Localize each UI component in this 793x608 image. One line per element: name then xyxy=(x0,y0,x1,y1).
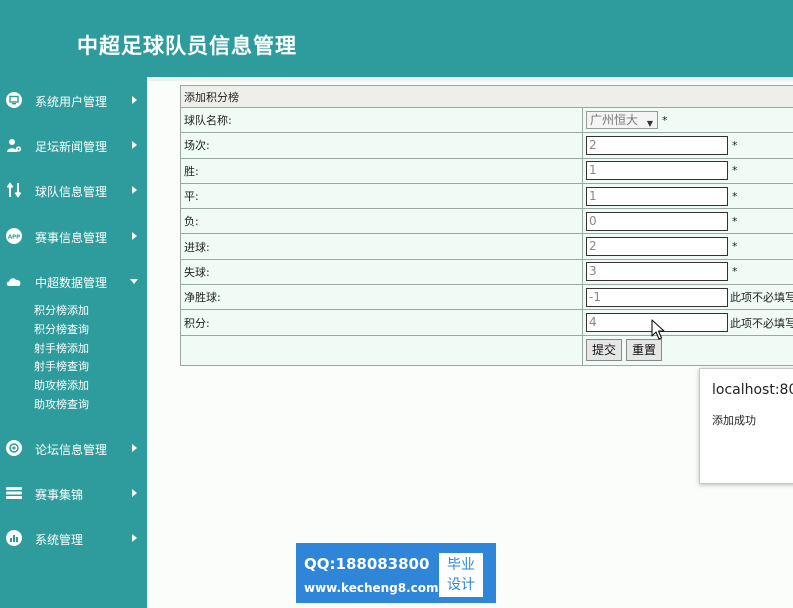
chevron-right-icon xyxy=(132,444,137,452)
watermark: QQ:188083800 www.kecheng8.com 毕业 设计 xyxy=(296,543,496,603)
field-label: 场次: xyxy=(180,132,583,159)
submenu-item-standings-query[interactable]: 积分榜查询 xyxy=(34,322,89,338)
form-row-goals-for: 进球: 2 * xyxy=(180,233,793,260)
field-label: 进球: xyxy=(180,233,583,260)
alert-dialog: localhost:80 添加成功 xyxy=(699,368,793,484)
field-label: 球队名称: xyxy=(180,106,583,134)
header: 中超足球队员信息管理 xyxy=(0,0,793,77)
goals-against-input[interactable]: 3 xyxy=(586,262,728,282)
alert-title: localhost:80 xyxy=(712,382,793,398)
form-row-losses: 负: 0 * xyxy=(180,208,793,235)
chevron-right-icon xyxy=(132,141,137,149)
sidebar-item-system-users[interactable]: 系统用户管理 xyxy=(0,88,147,112)
submenu-item-assists-add[interactable]: 助攻榜添加 xyxy=(34,378,89,394)
sidebar-item-label: 球队信息管理 xyxy=(35,185,108,199)
transfer-icon xyxy=(6,182,22,198)
chart-icon xyxy=(6,530,22,546)
chevron-right-icon xyxy=(132,186,137,194)
submenu-item-scorers-query[interactable]: 射手榜查询 xyxy=(34,359,89,375)
sidebar-item-teams[interactable]: 球队信息管理 xyxy=(0,178,147,202)
required-mark: * xyxy=(662,113,668,127)
field-label: 失球: xyxy=(180,258,583,286)
settings-icon xyxy=(6,440,22,456)
submenu-item-standings-add[interactable]: 积分榜添加 xyxy=(34,303,89,319)
form-row-goal-diff: 净胜球: -1 此项不必填写 xyxy=(180,284,793,311)
form-row-wins: 胜: 1 * xyxy=(180,157,793,184)
required-mark: * xyxy=(732,265,738,279)
sidebar-item-label: 足坛新闻管理 xyxy=(35,140,108,154)
sidebar-item-system[interactable]: 系统管理 xyxy=(0,526,147,550)
required-mark: * xyxy=(732,189,738,203)
team-select[interactable]: 广州恒大 ▼ xyxy=(586,111,658,130)
user-gear-icon xyxy=(6,137,22,153)
submit-button[interactable]: 提交 xyxy=(586,339,623,362)
field-label: 胜: xyxy=(180,157,583,184)
goals-for-input[interactable]: 2 xyxy=(586,237,728,257)
main-top-edge xyxy=(147,77,793,81)
sidebar-item-label: 论坛信息管理 xyxy=(35,443,108,457)
watermark-badge: 毕业 设计 xyxy=(439,553,483,597)
sidebar-item-league-data[interactable]: 中超数据管理 xyxy=(0,269,147,293)
alert-message: 添加成功 xyxy=(712,414,756,427)
sidebar-item-forum[interactable]: 论坛信息管理 xyxy=(0,436,147,460)
required-mark: * xyxy=(732,240,738,254)
svg-text:APP: APP xyxy=(8,235,20,241)
field-label: 平: xyxy=(180,182,583,210)
form-header: 添加积分榜 xyxy=(180,85,793,108)
sidebar-item-news[interactable]: 足坛新闻管理 xyxy=(0,133,147,157)
losses-input[interactable]: 0 xyxy=(586,211,728,231)
field-label: 积分: xyxy=(180,309,583,336)
layers-icon xyxy=(6,485,22,501)
reset-button[interactable]: 重置 xyxy=(626,339,663,362)
matches-input[interactable]: 2 xyxy=(586,135,728,155)
field-label: 净胜球: xyxy=(180,284,583,311)
chevron-right-icon xyxy=(132,232,137,240)
optional-note: 此项不必填写 xyxy=(730,291,793,305)
sidebar-item-label: 系统用户管理 xyxy=(35,95,108,109)
form-row-team: 球队名称: 广州恒大 ▼ * xyxy=(180,106,793,134)
sidebar-item-label: 系统管理 xyxy=(35,533,84,547)
wins-input[interactable]: 1 xyxy=(586,161,728,181)
submenu-item-assists-query[interactable]: 助攻榜查询 xyxy=(34,397,89,413)
watermark-url: www.kecheng8.com xyxy=(304,581,439,595)
cloud-icon xyxy=(6,273,22,289)
goal-diff-input[interactable]: -1 xyxy=(586,287,728,307)
mouse-pointer-icon xyxy=(651,319,665,340)
required-mark: * xyxy=(732,214,738,228)
sidebar-item-label: 赛事信息管理 xyxy=(35,231,108,245)
sidebar-item-label: 赛事集锦 xyxy=(35,488,84,502)
watermark-qq: QQ:188083800 xyxy=(304,555,430,573)
form-row-actions: 提交 重置 xyxy=(180,334,793,366)
sidebar-item-highlights[interactable]: 赛事集锦 xyxy=(0,481,147,505)
chevron-down-icon xyxy=(130,279,138,284)
chevron-down-icon: ▼ xyxy=(646,119,653,129)
sidebar-item-label: 中超数据管理 xyxy=(35,276,108,290)
field-label: 负: xyxy=(180,208,583,235)
required-mark: * xyxy=(732,164,738,178)
required-mark: * xyxy=(732,138,738,152)
monitor-icon xyxy=(6,92,22,108)
app-icon: APP xyxy=(6,228,22,244)
form-row-points: 积分: 4 此项不必填写 xyxy=(180,309,793,336)
chevron-right-icon xyxy=(132,534,137,542)
watermark-badge-line: 设计 xyxy=(447,577,475,593)
optional-note: 此项不必填写 xyxy=(730,316,793,330)
form-row-matches: 场次: 2 * xyxy=(180,132,793,159)
form-row-draws: 平: 1 * xyxy=(180,182,793,210)
sidebar-item-matches[interactable]: APP 赛事信息管理 xyxy=(0,224,147,248)
watermark-badge-line: 毕业 xyxy=(447,557,475,573)
standings-form: 添加积分榜 球队名称: 广州恒大 ▼ * 场次: 2 * 胜: 1 * 平: 1 * 负:… xyxy=(180,85,793,366)
draws-input[interactable]: 1 xyxy=(586,186,728,206)
empty-cell xyxy=(180,334,583,366)
chevron-right-icon xyxy=(132,489,137,497)
app-title: 中超足球队员信息管理 xyxy=(77,34,297,58)
form-row-goals-against: 失球: 3 * xyxy=(180,258,793,286)
chevron-right-icon xyxy=(132,96,137,104)
submenu-item-scorers-add[interactable]: 射手榜添加 xyxy=(34,341,89,357)
